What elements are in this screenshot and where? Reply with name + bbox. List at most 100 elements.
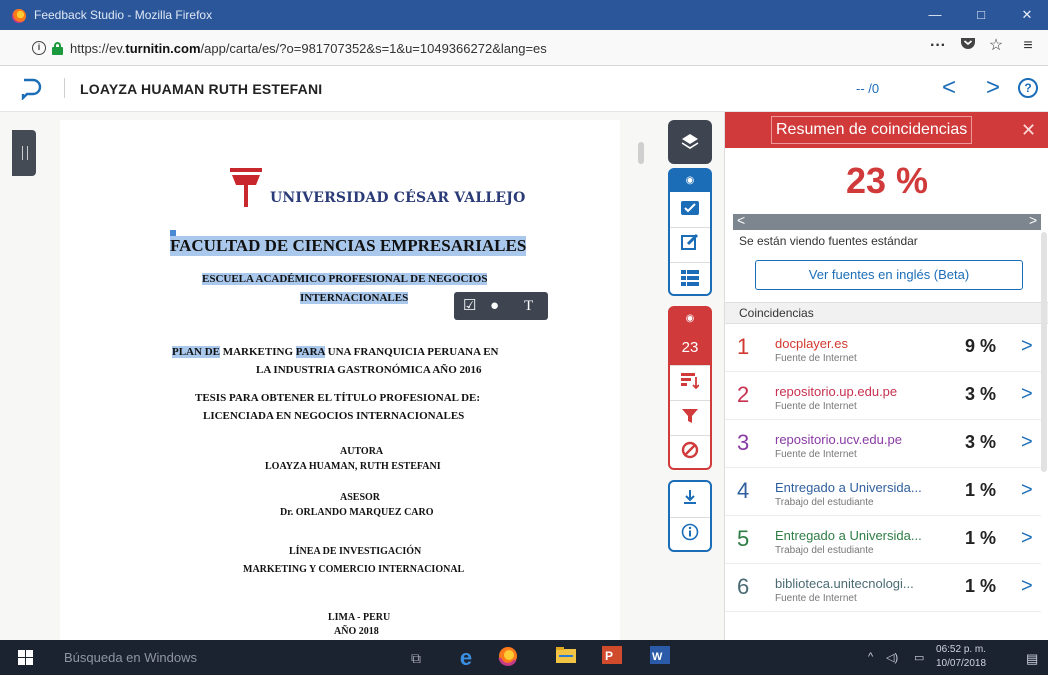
lock-icon[interactable]	[52, 42, 63, 55]
school-line-1[interactable]: ESCUELA ACADÉMICO PROFESIONAL DE NEGOCIO…	[202, 273, 488, 285]
match-row[interactable]: 5 Entregado a Universida... Trabajo del es…	[725, 516, 1041, 564]
match-source-type: Trabajo del estudiante	[775, 545, 874, 556]
edge-browser-icon[interactable]: e	[454, 646, 478, 670]
address-bar: i https://ev.turnitin.com/app/carta/es/?…	[0, 30, 1048, 66]
matches-section-label: Coincidencias	[725, 302, 1048, 324]
match-source-link[interactable]: Entregado a Universida...	[775, 480, 922, 495]
similarity-count-button[interactable]: 23	[670, 330, 710, 365]
powerpoint-icon[interactable]: P	[600, 646, 624, 670]
match-row[interactable]: 6 biblioteca.unitecnologi... Fuente de Int…	[725, 564, 1041, 612]
similarity-group-header[interactable]: ◉	[670, 308, 710, 330]
faculty-title[interactable]: FACULTAD DE CIENCIAS EMPRESARIALES	[170, 236, 527, 256]
firefox-taskbar-icon[interactable]	[496, 646, 520, 670]
match-source-link[interactable]: biblioteca.unitecnologi...	[775, 576, 914, 591]
edit-note-icon	[681, 233, 699, 250]
quickmarks-button[interactable]	[670, 192, 710, 227]
exclude-sources-button[interactable]	[670, 435, 710, 470]
bookmark-star-icon[interactable]: ☆	[984, 34, 1008, 58]
taskbar-clock[interactable]: 06:52 p. m. 10/07/2018	[936, 643, 986, 671]
page-actions-menu[interactable]: ···	[926, 34, 950, 58]
chevron-right-icon[interactable]: >	[1021, 335, 1033, 358]
previous-source-arrow[interactable]: <	[737, 212, 745, 228]
advisor-label[interactable]: ASESOR	[340, 492, 380, 503]
pocket-icon[interactable]	[956, 34, 980, 58]
layers-button[interactable]	[668, 120, 712, 164]
rubric-grid-icon	[681, 270, 699, 286]
plan-title-line-1[interactable]: PLAN DE MARKETING PARA UNA FRANQUICIA PE…	[172, 346, 498, 358]
next-paper-button[interactable]: >	[986, 73, 1000, 103]
research-line-label[interactable]: LÍNEA DE INVESTIGACIÓN	[289, 546, 421, 557]
author-label[interactable]: AUTORA	[340, 446, 383, 457]
text-comment-button[interactable]: T	[524, 296, 533, 316]
match-number: 5	[737, 526, 750, 551]
windows-start-icon[interactable]	[18, 650, 34, 666]
advisor-name[interactable]: Dr. ORLANDO MARQUEZ CARO	[280, 507, 434, 518]
hamburger-menu-icon[interactable]: ≡	[1016, 34, 1040, 58]
side-panel-toggle[interactable]	[12, 130, 36, 176]
english-sources-button[interactable]: Ver fuentes en inglés (Beta)	[755, 260, 1023, 290]
match-source-type: Trabajo del estudiante	[775, 497, 874, 508]
chevron-right-icon[interactable]: >	[1021, 479, 1033, 502]
plan-title-line-2[interactable]: LA INDUSTRIA GASTRONÓMICA AÑO 2016	[256, 364, 482, 376]
match-source-link[interactable]: repositorio.up.edu.pe	[775, 384, 897, 399]
research-line-name[interactable]: MARKETING Y COMERCIO INTERNACIONAL	[243, 564, 464, 575]
chevron-right-icon[interactable]: >	[1021, 575, 1033, 598]
chevron-right-icon[interactable]: >	[1021, 431, 1033, 454]
screen: Feedback Studio - Mozilla Firefox — □ ✕ …	[0, 0, 1048, 675]
volume-icon[interactable]: ◁)	[886, 651, 898, 664]
taskbar-search[interactable]: Búsqueda en Windows	[64, 650, 197, 665]
match-row[interactable]: 4 Entregado a Universida... Trabajo del es…	[725, 468, 1041, 516]
chevron-right-icon[interactable]: >	[1021, 527, 1033, 550]
url-field[interactable]: i https://ev.turnitin.com/app/carta/es/?…	[10, 34, 1046, 62]
match-source-type: Fuente de Internet	[775, 593, 857, 604]
minimize-button[interactable]: —	[920, 2, 950, 28]
document-scrollbar[interactable]	[638, 142, 644, 164]
match-source-link[interactable]: docplayer.es	[775, 336, 848, 351]
next-source-arrow[interactable]: >	[1029, 212, 1037, 228]
show-hidden-icons-icon[interactable]: ^	[868, 651, 873, 663]
rubric-button[interactable]	[670, 262, 710, 297]
chevron-right-icon[interactable]: >	[1021, 383, 1033, 406]
match-source-link[interactable]: Entregado a Universida...	[775, 528, 922, 543]
close-panel-icon[interactable]: ✕	[1021, 116, 1036, 144]
page-indicator[interactable]: -- /0	[856, 81, 879, 96]
panel-header: Resumen de coincidencias ✕	[725, 112, 1048, 148]
panel-scrollbar[interactable]	[1041, 232, 1047, 472]
task-view-icon[interactable]: ⧉	[404, 646, 428, 670]
layers-icon	[681, 134, 699, 149]
feedback-summary-button[interactable]	[670, 227, 710, 262]
match-source-type: Fuente de Internet	[775, 449, 857, 460]
filter-button[interactable]	[670, 400, 710, 435]
file-explorer-icon[interactable]	[554, 646, 578, 670]
exclude-circle-icon	[681, 441, 699, 459]
match-row[interactable]: 2 repositorio.up.edu.pe Fuente de Internet…	[725, 372, 1041, 420]
year-label[interactable]: AÑO 2018	[334, 626, 379, 637]
match-row[interactable]: 3 repositorio.ucv.edu.pe Fuente de Interne…	[725, 420, 1041, 468]
action-center-icon[interactable]: ▤	[1026, 651, 1038, 667]
download-button[interactable]	[670, 482, 710, 517]
header-divider	[64, 78, 65, 98]
quickmark-check-icon[interactable]: ☑	[463, 296, 476, 316]
thesis-line-2[interactable]: LICENCIADA EN NEGOCIOS INTERNACIONALES	[203, 410, 464, 422]
university-logo-icon	[230, 168, 262, 207]
close-window-button[interactable]: ✕	[1012, 2, 1042, 28]
maximize-button[interactable]: □	[966, 2, 996, 28]
url-text[interactable]: https://ev.turnitin.com/app/carta/es/?o=…	[70, 41, 547, 56]
comment-bubble-icon[interactable]: ●	[490, 296, 499, 316]
sort-matches-button[interactable]	[670, 365, 710, 400]
author-name[interactable]: LOAYZA HUAMAN, RUTH ESTEFANI	[265, 461, 441, 472]
info-icon[interactable]: i	[32, 41, 46, 55]
thesis-line-1[interactable]: TESIS PARA OBTENER EL TÍTULO PROFESIONAL…	[195, 392, 480, 404]
match-source-link[interactable]: repositorio.ucv.edu.pe	[775, 432, 902, 447]
school-line-2[interactable]: INTERNACIONALES	[300, 292, 409, 304]
city-label[interactable]: LIMA - PERU	[328, 612, 390, 623]
submission-info-button[interactable]	[670, 517, 710, 552]
match-row[interactable]: 1 docplayer.es Fuente de Internet 9 % >	[725, 324, 1041, 372]
previous-paper-button[interactable]: <	[942, 73, 956, 103]
word-icon[interactable]: W	[648, 646, 672, 670]
help-icon[interactable]: ?	[1018, 78, 1038, 98]
grading-group-header[interactable]: ◉	[670, 170, 710, 192]
notifications-icon[interactable]: ▭	[914, 651, 924, 664]
feedback-studio-header: LOAYZA HUAMAN RUTH ESTEFANI -- /0 < > ?	[0, 66, 1048, 112]
matches-list: 1 docplayer.es Fuente de Internet 9 % >2 repo…	[725, 324, 1041, 612]
